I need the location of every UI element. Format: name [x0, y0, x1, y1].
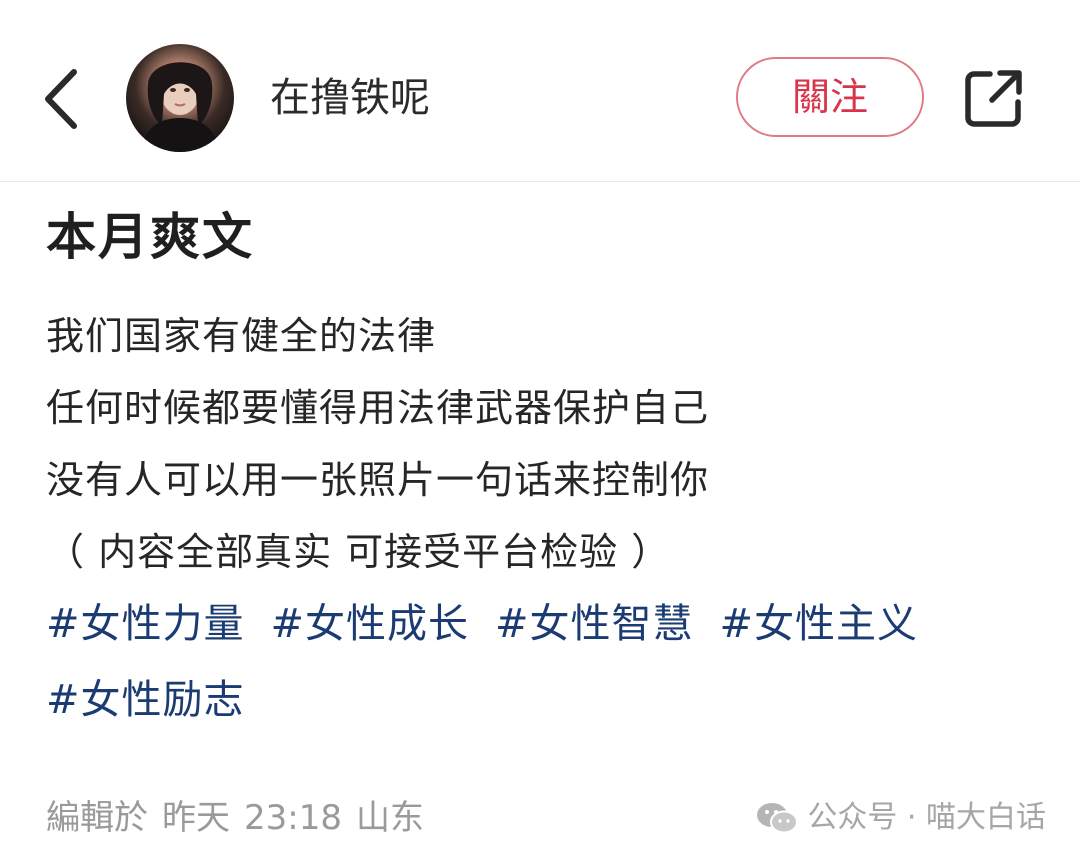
back-button[interactable]	[36, 64, 92, 134]
post-time: 23:18	[244, 798, 342, 838]
share-button[interactable]	[964, 68, 1024, 128]
post-body-line: （ 内容全部真实 可接受平台检验 ）	[46, 530, 671, 574]
chevron-left-icon	[45, 69, 77, 129]
hashtag-row: #女性力量 #女性成长 #女性智慧 #女性主义	[46, 588, 1046, 664]
hashtag-link[interactable]: #女性成长	[271, 588, 470, 660]
post-body-line: 没有人可以用一张照片一句话来控制你	[46, 458, 710, 502]
avatar[interactable]	[126, 44, 234, 152]
avatar-image	[140, 62, 220, 152]
username[interactable]: 在撸铁呢	[270, 72, 430, 124]
hashtag-row: #女性励志	[46, 664, 1046, 740]
hashtag-list: #女性力量 #女性成长 #女性智慧 #女性主义 #女性励志	[46, 588, 1046, 740]
wechat-icon	[757, 803, 799, 834]
hashtag-link[interactable]: #女性智慧	[495, 588, 694, 660]
share-external-icon	[965, 70, 1022, 127]
post-date: 昨天	[162, 798, 230, 838]
post-body-line: 任何时候都要懂得用法律武器保护自己	[46, 386, 710, 430]
header-divider	[0, 181, 1080, 182]
hashtag-link[interactable]: #女性主义	[720, 588, 919, 660]
edited-label: 編輯於	[46, 798, 148, 838]
top-bar: 在撸铁呢 關注	[0, 0, 1080, 182]
post-meta: 編輯於 昨天 23:18 山东	[46, 796, 438, 840]
watermark-text: 公众号 · 喵大白话	[807, 800, 1046, 835]
watermark: 公众号 · 喵大白话	[755, 798, 1046, 838]
post-body: 我们国家有健全的法律 任何时候都要懂得用法律武器保护自己 没有人可以用一张照片一…	[46, 300, 709, 588]
hashtag-link[interactable]: #女性力量	[46, 588, 245, 660]
hashtag-link[interactable]: #女性励志	[46, 664, 245, 736]
post-body-line: 我们国家有健全的法律	[46, 314, 437, 358]
follow-button[interactable]: 關注	[736, 57, 924, 137]
post-location: 山东	[355, 798, 424, 838]
post-title: 本月爽文	[46, 208, 254, 266]
